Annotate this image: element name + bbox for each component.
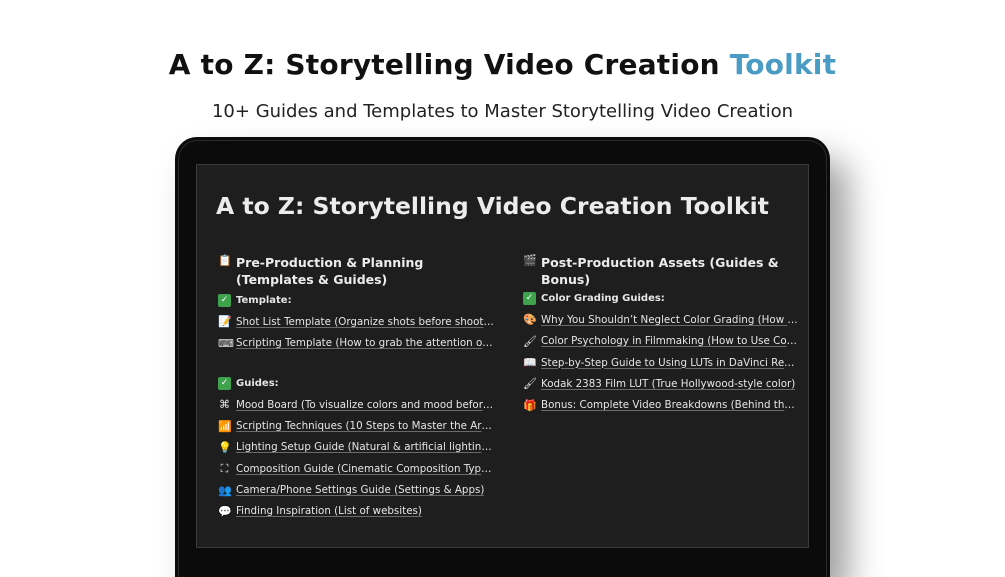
hero-title: A to Z: Storytelling Video Creation Tool… <box>0 48 1005 81</box>
template-item-label: Scripting Template (How to grab the atte… <box>236 337 494 350</box>
brush-icon: 🖌 <box>523 377 537 391</box>
laptop-frame: A to Z: Storytelling Video Creation Tool… <box>175 137 830 577</box>
template-item[interactable]: 📝 Shot List Template (Organize shots befo… <box>218 311 494 332</box>
post-production-heading: 🎬 Post-Production Assets (Guides & Bonus… <box>523 254 779 287</box>
guide-item[interactable]: 💬 Finding Inspiration (List of websites) <box>218 501 494 522</box>
crop-icon: ⛶ <box>220 462 229 476</box>
laptop-screen: A to Z: Storytelling Video Creation Tool… <box>196 164 809 548</box>
guide-item[interactable]: 📶 Scripting Techniques (10 Steps to Maste… <box>218 415 494 436</box>
guide-item[interactable]: ⛶ Composition Guide (Cinematic Compositio… <box>218 458 494 479</box>
color-grading-item[interactable]: 🎁 Bonus: Complete Video Breakdowns (Behin… <box>523 394 798 415</box>
post-production-column: 🎬 Post-Production Assets (Guides & Bonus… <box>523 254 798 416</box>
check-icon: ✓ <box>218 377 231 391</box>
hero-title-accent: Toolkit <box>729 48 837 81</box>
guide-item[interactable]: 💡 Lighting Setup Guide (Natural & artific… <box>218 437 494 458</box>
keyboard-icon: ⌨ <box>218 336 234 350</box>
guide-item-label: Mood Board (To visualize colors and mood… <box>236 398 494 411</box>
bar-steps-icon: 📶 <box>218 419 232 433</box>
pre-production-heading: 📋 Pre-Production & Planning (Templates &… <box>218 254 424 287</box>
guide-item[interactable]: ⌘ Mood Board (To visualize colors and moo… <box>218 394 494 415</box>
check-icon: ✓ <box>523 292 536 306</box>
open-book-icon: 📖 <box>523 356 537 370</box>
color-grading-item-label: Step-by-Step Guide to Using LUTs in DaVi… <box>541 356 798 369</box>
template-label-row: ✓ Template: <box>218 290 494 311</box>
color-grading-item[interactable]: 🖌 Kodak 2383 Film LUT (True Hollywood-sty… <box>523 373 798 394</box>
color-grading-item-label: Color Psychology in Filmmaking (How to U… <box>541 335 798 348</box>
lightbulb-icon: 💡 <box>218 440 232 454</box>
guide-item-label: Scripting Techniques (10 Steps to Master… <box>236 420 494 433</box>
guide-item-label: Composition Guide (Cinematic Composition… <box>236 462 494 475</box>
color-grading-item-label: Why You Shouldn’t Neglect Color Grading … <box>541 313 798 326</box>
guide-item-label: Camera/Phone Settings Guide (Settings & … <box>236 484 485 497</box>
people-icon: 👥 <box>218 483 232 497</box>
paint-roller-icon: 🖌 <box>523 334 537 348</box>
speech-bubble-icon: 💬 <box>218 504 232 518</box>
color-grading-item-label: Kodak 2383 Film LUT (True Hollywood-styl… <box>541 377 796 390</box>
color-grading-list: 🎨 Why You Shouldn’t Neglect Color Grading… <box>523 309 798 415</box>
page-title: A to Z: Storytelling Video Creation Tool… <box>216 192 769 220</box>
color-grading-item-label: Bonus: Complete Video Breakdowns (Behind… <box>541 399 798 412</box>
template-list: 📝 Shot List Template (Organize shots befo… <box>218 311 494 354</box>
color-grading-item[interactable]: 🎨 Why You Shouldn’t Neglect Color Grading… <box>523 309 798 330</box>
guide-item-label: Lighting Setup Guide (Natural & artifici… <box>236 441 494 454</box>
clipboard-icon: 📋 <box>218 254 232 267</box>
guides-list: ⌘ Mood Board (To visualize colors and moo… <box>218 394 494 522</box>
command-icon: ⌘ <box>219 398 230 412</box>
guide-item[interactable]: 👥 Camera/Phone Settings Guide (Settings &… <box>218 479 494 500</box>
color-grading-item[interactable]: 📖 Step-by-Step Guide to Using LUTs in DaV… <box>523 352 798 373</box>
pre-production-column: 📋 Pre-Production & Planning (Templates &… <box>218 254 494 522</box>
color-grading-item[interactable]: 🖌 Color Psychology in Filmmaking (How to … <box>523 331 798 352</box>
hero-subtitle: 10+ Guides and Templates to Master Story… <box>211 101 794 122</box>
pencil-lines-icon: 📝 <box>218 315 232 329</box>
clapperboard-icon: 🎬 <box>523 254 537 267</box>
hero-title-main: A to Z: Storytelling Video Creation <box>168 48 730 81</box>
guide-item-label: Finding Inspiration (List of websites) <box>236 505 422 518</box>
template-item[interactable]: ⌨ Scripting Template (How to grab the att… <box>218 333 494 354</box>
gift-icon: 🎁 <box>523 398 537 412</box>
template-item-label: Shot List Template (Organize shots befor… <box>236 315 494 328</box>
guides-label-row: ✓ Guides: <box>218 373 494 394</box>
palette-icon: 🎨 <box>523 313 537 327</box>
check-icon: ✓ <box>218 294 231 308</box>
color-grading-label-row: ✓ Color Grading Guides: <box>523 288 798 309</box>
